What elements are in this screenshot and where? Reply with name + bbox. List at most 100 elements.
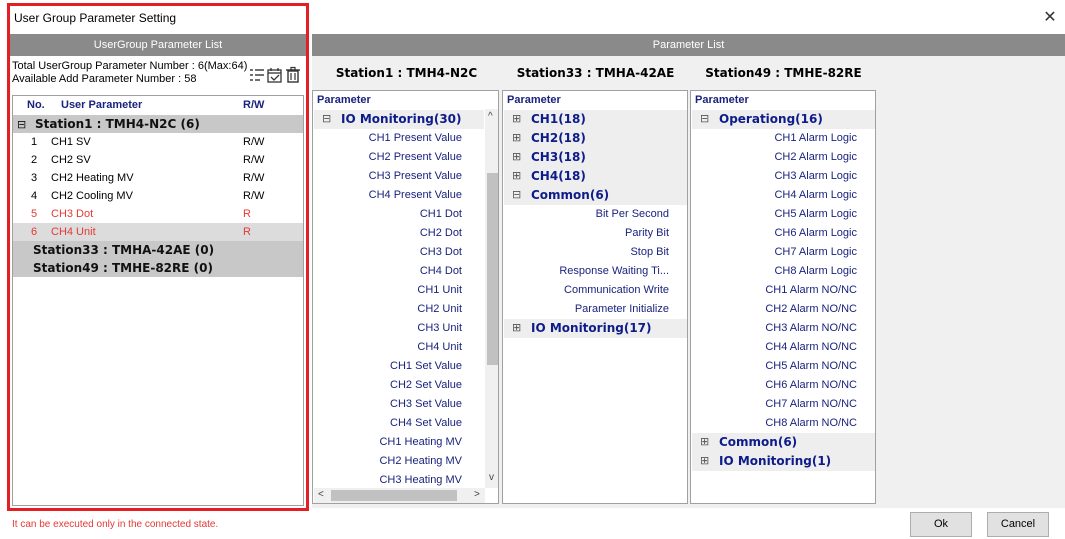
parameter-item[interactable]: CH1 Unit bbox=[417, 284, 462, 303]
collapse-icon[interactable]: ⊟ bbox=[322, 112, 331, 125]
parameter-item[interactable]: CH5 Alarm NO/NC bbox=[765, 360, 857, 379]
table-row[interactable]: 3 CH2 Heating MV R/W bbox=[13, 169, 303, 187]
parameter-item[interactable]: CH8 Alarm Logic bbox=[774, 265, 857, 284]
row-rw: R bbox=[243, 208, 251, 220]
parameter-item[interactable]: CH7 Alarm Logic bbox=[774, 246, 857, 265]
parameter-item[interactable]: CH2 Alarm Logic bbox=[774, 151, 857, 170]
parameter-item[interactable]: CH1 Dot bbox=[420, 208, 462, 227]
cancel-button[interactable]: Cancel bbox=[987, 512, 1049, 537]
parameter-item[interactable]: CH6 Alarm NO/NC bbox=[765, 379, 857, 398]
parameter-heading: Parameter bbox=[507, 94, 561, 106]
parameter-item[interactable]: CH3 Present Value bbox=[369, 170, 462, 189]
collapse-icon[interactable]: ⊟ bbox=[17, 118, 26, 131]
parameter-item[interactable]: CH3 Set Value bbox=[390, 398, 462, 417]
expand-icon[interactable]: ⊞ bbox=[512, 150, 521, 163]
expand-icon[interactable]: ⊞ bbox=[512, 131, 521, 144]
parameter-item[interactable]: CH2 Set Value bbox=[390, 379, 462, 398]
parameter-item[interactable]: CH3 Unit bbox=[417, 322, 462, 341]
parameter-item[interactable]: CH2 Heating MV bbox=[379, 455, 462, 474]
expand-icon[interactable]: ⊞ bbox=[512, 321, 521, 334]
calendar-check-icon[interactable] bbox=[266, 66, 284, 84]
tree-group[interactable]: ⊟ Operationg(16) bbox=[692, 110, 875, 129]
parameter-item[interactable]: Stop Bit bbox=[630, 246, 669, 265]
tree-group[interactable]: ⊞ CH2(18) bbox=[504, 129, 687, 148]
expand-icon[interactable]: ⊞ bbox=[512, 169, 521, 182]
tree-group[interactable]: ⊞ IO Monitoring(17) bbox=[504, 319, 687, 338]
parameter-item[interactable]: CH7 Alarm NO/NC bbox=[765, 398, 857, 417]
parameter-item[interactable]: CH1 Present Value bbox=[369, 132, 462, 151]
scroll-down-arrow[interactable]: v bbox=[489, 472, 494, 483]
row-rw: R/W bbox=[243, 172, 265, 184]
tree-group-label: IO Monitoring(17) bbox=[531, 321, 652, 335]
expand-icon[interactable]: ⊞ bbox=[700, 435, 709, 448]
parameter-item[interactable]: CH4 Alarm Logic bbox=[774, 189, 857, 208]
parameter-item[interactable]: CH3 Dot bbox=[420, 246, 462, 265]
parameter-item[interactable]: CH4 Dot bbox=[420, 265, 462, 284]
tree-group[interactable]: ⊞ CH4(18) bbox=[504, 167, 687, 186]
station-group-row[interactable]: Station33 : TMHA-42AE (0) bbox=[13, 241, 303, 259]
table-header: No. User Parameter R/W bbox=[13, 96, 303, 114]
scrollbar-thumb[interactable] bbox=[487, 173, 498, 365]
station-param-box: Parameter ⊟ Operationg(16) CH1 Alarm Logic… bbox=[690, 90, 876, 504]
table-row[interactable]: 4 CH2 Cooling MV R/W bbox=[13, 187, 303, 205]
parameter-item[interactable]: CH4 Set Value bbox=[390, 417, 462, 436]
tree-group[interactable]: ⊞ CH3(18) bbox=[504, 148, 687, 167]
expand-icon[interactable]: ⊞ bbox=[700, 454, 709, 467]
parameter-item[interactable]: CH2 Present Value bbox=[369, 151, 462, 170]
row-no: 5 bbox=[31, 208, 38, 220]
row-parameter: CH1 SV bbox=[51, 136, 91, 148]
tree-group[interactable]: ⊞ IO Monitoring(1) bbox=[692, 452, 875, 471]
table-row[interactable]: 6 CH4 Unit R bbox=[13, 223, 303, 241]
station-group-row[interactable]: Station49 : TMHE-82RE (0) bbox=[13, 259, 303, 277]
station-param-box: Parameter ⊟ IO Monitoring(30) CH1 Present … bbox=[312, 90, 499, 504]
tree-group[interactable]: ⊟ Common(6) bbox=[504, 186, 687, 205]
expand-icon[interactable]: ⊞ bbox=[512, 112, 521, 125]
collapse-icon[interactable]: ⊟ bbox=[512, 188, 521, 201]
scrollbar-thumb-h[interactable] bbox=[331, 490, 457, 501]
row-parameter: CH2 Heating MV bbox=[51, 172, 134, 184]
parameter-item[interactable]: CH4 Unit bbox=[417, 341, 462, 360]
parameter-item[interactable]: CH1 Alarm NO/NC bbox=[765, 284, 857, 303]
table-row[interactable]: 1 CH1 SV R/W bbox=[13, 133, 303, 151]
parameter-item[interactable]: CH1 Alarm Logic bbox=[774, 132, 857, 151]
trash-icon[interactable] bbox=[284, 66, 302, 84]
parameter-item[interactable]: CH1 Set Value bbox=[390, 360, 462, 379]
tree-group[interactable]: ⊞ Common(6) bbox=[692, 433, 875, 452]
parameter-item[interactable]: CH1 Heating MV bbox=[379, 436, 462, 455]
parameter-item[interactable]: CH2 Alarm NO/NC bbox=[765, 303, 857, 322]
table-row[interactable]: 2 CH2 SV R/W bbox=[13, 151, 303, 169]
list-edit-icon[interactable] bbox=[248, 66, 266, 84]
tree-group-label: Common(6) bbox=[531, 188, 610, 202]
vertical-scrollbar[interactable]: ^ v bbox=[485, 109, 498, 488]
scroll-right-arrow[interactable]: > bbox=[474, 489, 480, 500]
station-group-label: Station49 : TMHE-82RE (0) bbox=[33, 261, 213, 275]
parameter-item[interactable]: CH3 Alarm NO/NC bbox=[765, 322, 857, 341]
parameter-item[interactable]: CH4 Present Value bbox=[369, 189, 462, 208]
parameter-item[interactable]: CH2 Dot bbox=[420, 227, 462, 246]
usergroup-info: Total UserGroup Parameter Number : 6(Max… bbox=[10, 58, 306, 92]
table-row[interactable]: 5 CH3 Dot R bbox=[13, 205, 303, 223]
parameter-item[interactable]: Parity Bit bbox=[625, 227, 669, 246]
scroll-left-arrow[interactable]: < bbox=[318, 489, 324, 500]
tree-group-label: CH1(18) bbox=[531, 112, 586, 126]
tree-group[interactable]: ⊞ CH1(18) bbox=[504, 110, 687, 129]
station-group-row[interactable]: ⊟ Station1 : TMH4-N2C (6) bbox=[13, 115, 303, 133]
parameter-item[interactable]: CH2 Unit bbox=[417, 303, 462, 322]
parameter-item[interactable]: Response Waiting Ti... bbox=[559, 265, 669, 284]
parameter-item[interactable]: Bit Per Second bbox=[596, 208, 669, 227]
collapse-icon[interactable]: ⊟ bbox=[700, 112, 709, 125]
parameter-item[interactable]: CH3 Alarm Logic bbox=[774, 170, 857, 189]
tree-group[interactable]: ⊟ IO Monitoring(30) bbox=[314, 110, 484, 129]
station-title: Station33 : TMHA-42AE bbox=[502, 56, 689, 90]
col-no: No. bbox=[27, 99, 45, 111]
station-title: Station1 : TMH4-N2C bbox=[312, 56, 501, 90]
ok-button[interactable]: Ok bbox=[910, 512, 972, 537]
scroll-up-arrow[interactable]: ^ bbox=[488, 111, 493, 122]
horizontal-scrollbar[interactable]: < > bbox=[314, 488, 485, 503]
parameter-item[interactable]: CH4 Alarm NO/NC bbox=[765, 341, 857, 360]
close-icon[interactable]: ✕ bbox=[1040, 8, 1060, 28]
parameter-item[interactable]: Communication Write bbox=[564, 284, 669, 303]
parameter-item[interactable]: CH6 Alarm Logic bbox=[774, 227, 857, 246]
row-rw: R/W bbox=[243, 190, 265, 202]
parameter-item[interactable]: CH5 Alarm Logic bbox=[774, 208, 857, 227]
